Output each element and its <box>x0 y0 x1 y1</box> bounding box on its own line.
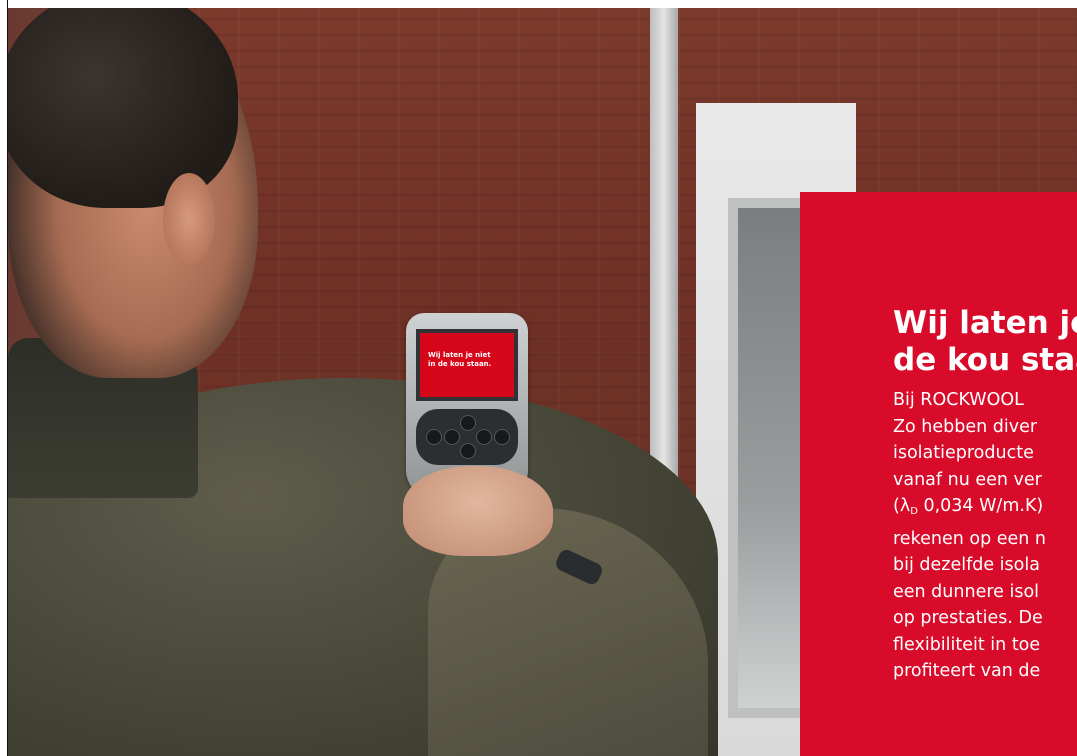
panel-body-line: profiteert van de <box>893 661 1041 681</box>
panel-body-line: flexibiliteit in toe <box>893 634 1041 655</box>
panel-body-line-lambda: (λD 0,034 W/m.K) <box>893 496 1044 517</box>
person-ear <box>163 173 215 265</box>
lambda-value: 0,034 W/m.K <box>923 496 1037 516</box>
camera-control-pad <box>416 409 518 465</box>
panel-body-line: isolatieproducte <box>893 443 1034 463</box>
camera-screen-line-2: in de kou staan. <box>428 360 492 368</box>
panel-body: Bij ROCKWOOL Zo hebben diver isolatiepro… <box>893 387 1046 685</box>
panel-title-line-2: de kou staan. <box>893 342 1077 378</box>
panel-body-line: rekenen op een n <box>893 528 1047 549</box>
panel-body-line: vanaf nu een ver <box>893 469 1042 490</box>
camera-button-down <box>460 443 476 459</box>
camera-button-left <box>426 429 442 445</box>
lambda-symbol: λ <box>899 496 911 516</box>
panel-body-line: Bij ROCKWOOL <box>893 390 1024 410</box>
info-panel: Wij laten je niet de kou staan. Bij ROCK… <box>800 192 1077 756</box>
page-left-margin <box>0 0 8 756</box>
camera-button-center-right <box>476 429 492 445</box>
panel-body-line: Zo hebben diver <box>893 416 1038 437</box>
panel-title-line-1: Wij laten je niet <box>893 305 1077 341</box>
page-top-margin <box>0 0 1077 8</box>
person-hair <box>8 8 238 208</box>
camera-screen-line-1: Wij laten je niet <box>428 351 491 359</box>
camera-button-right <box>494 429 510 445</box>
person-hand <box>403 466 553 556</box>
camera-button-center-left <box>444 429 460 445</box>
panel-body-line: op prestaties. De <box>893 608 1043 628</box>
camera-button-up <box>460 415 476 431</box>
panel-body-line: bij dezelfde isola <box>893 555 1040 575</box>
lambda-subscript: D <box>910 506 918 517</box>
panel-body-line: een dunnere isol <box>893 581 1040 602</box>
panel-title: Wij laten je niet de kou staan. <box>893 305 1077 379</box>
camera-screen: Wij laten je niet in de kou staan. <box>416 329 518 401</box>
